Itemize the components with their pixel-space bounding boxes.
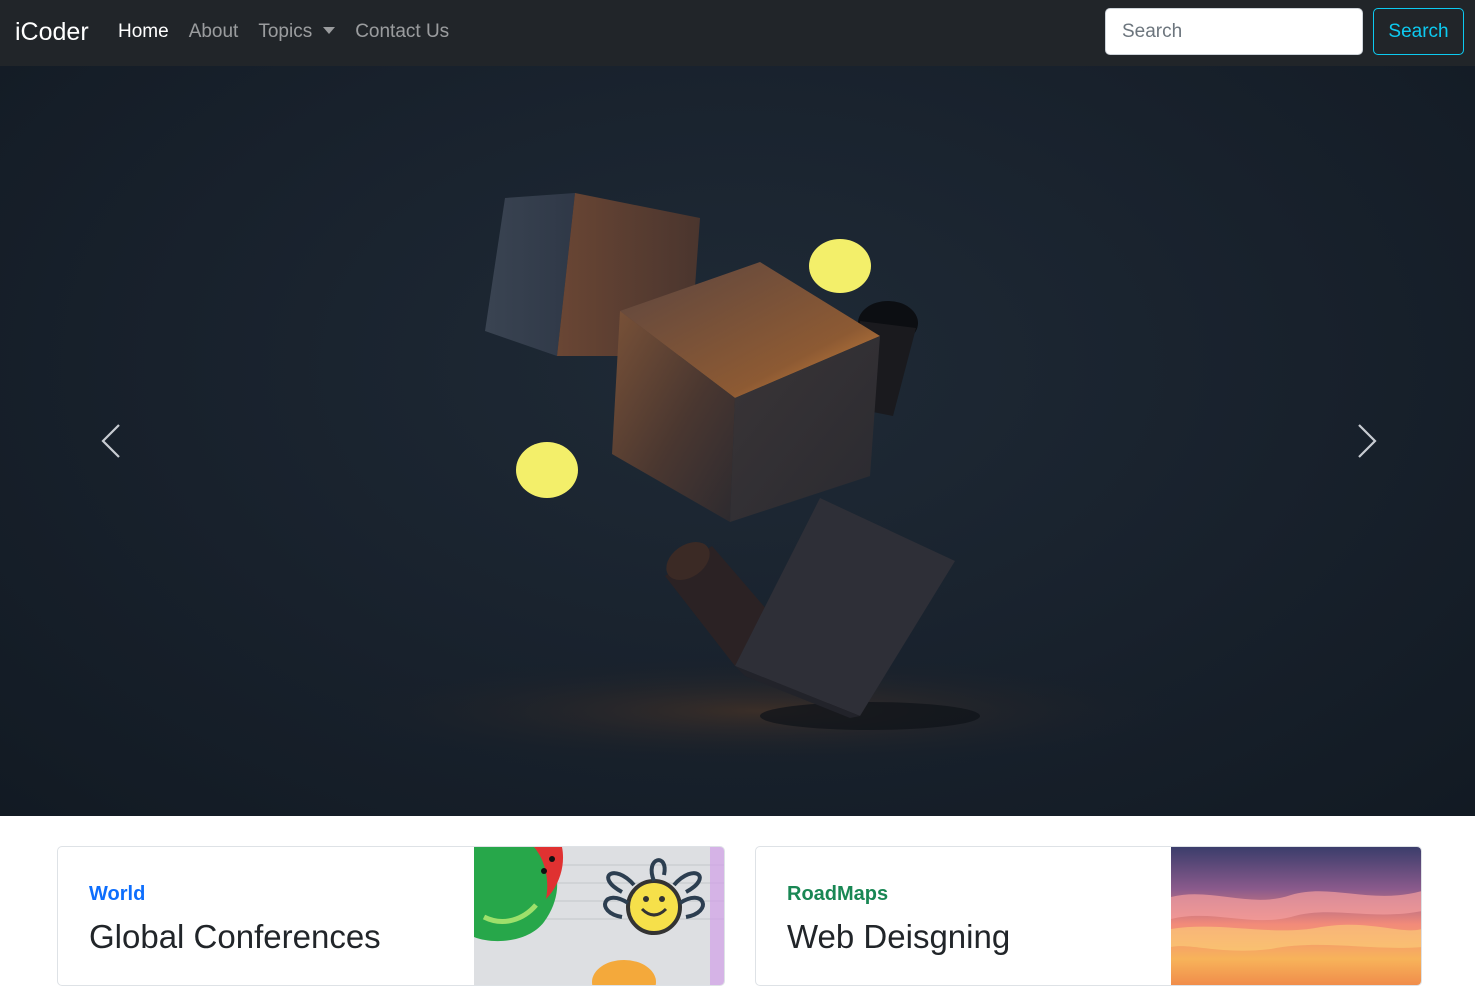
nav-link-about[interactable]: About [189,19,239,45]
chevron-left-icon [101,424,120,458]
featured-card-world[interactable]: World Global Conferences [57,846,725,986]
search-input[interactable] [1105,8,1363,55]
search-button[interactable]: Search [1373,8,1464,55]
card-category: World [89,883,146,905]
brand-logo[interactable]: iCoder [15,16,89,48]
nav-links: Home About Topics Contact Us [118,19,469,45]
card-title: Web Deisgning [787,918,1011,955]
chevron-right-icon [1358,424,1377,458]
nav-link-topics-label: Topics [258,21,313,42]
card-thumbnail-image [1171,847,1421,985]
card-thumbnail-image [474,847,724,985]
carousel-prev-button[interactable] [86,416,136,466]
carousel-next-button[interactable] [1342,416,1392,466]
navbar: iCoder Home About Topics Contact Us Sear… [0,0,1475,66]
nav-link-home[interactable]: Home [118,19,169,45]
hero-carousel [0,66,1475,816]
card-category: RoadMaps [787,883,889,905]
nav-link-contact-us[interactable]: Contact Us [355,19,449,45]
carousel-slide-image [330,193,1190,766]
caret-down-icon [323,26,336,34]
card-title: Global Conferences [89,918,381,955]
featured-card-roadmaps[interactable]: RoadMaps Web Deisgning [755,846,1422,986]
nav-link-topics[interactable]: Topics [258,19,336,45]
